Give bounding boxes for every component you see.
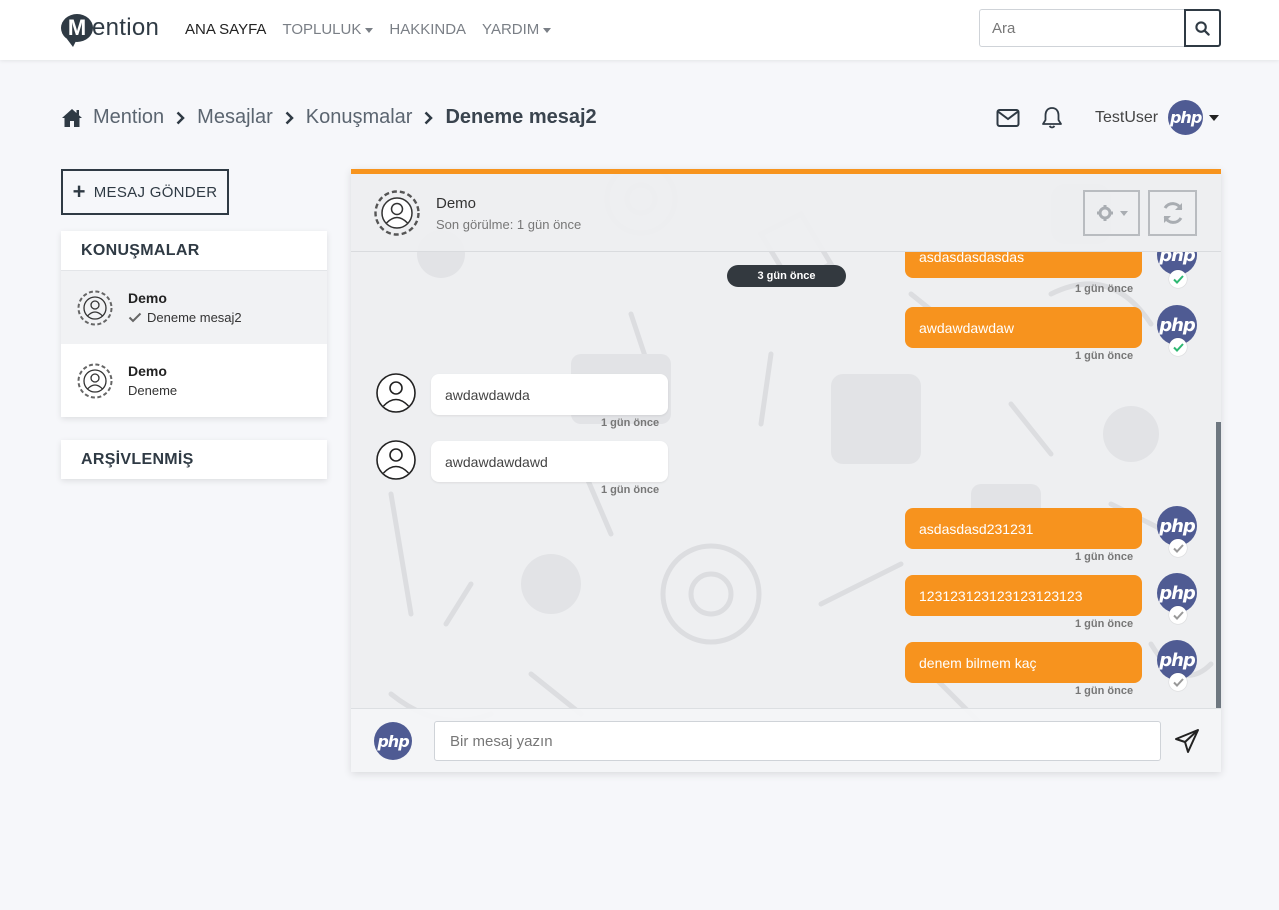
delivered-check-icon	[1169, 539, 1187, 557]
message-time: 1 gün önce	[1075, 551, 1134, 563]
search-button[interactable]	[1184, 9, 1221, 47]
refresh-icon	[1163, 202, 1182, 224]
breadcrumb-current: Deneme mesaj2	[445, 106, 597, 128]
user-circle-icon	[376, 440, 416, 480]
message-out: denem bilmem kaç	[905, 642, 1142, 683]
plus-icon: +	[72, 179, 86, 204]
user-circle-icon	[374, 190, 420, 236]
message-time: 1 gün önce	[601, 484, 660, 496]
brand-logo-bubble: M	[61, 14, 93, 47]
message-bubble: awdawdawdawd	[431, 441, 668, 482]
message-out: 123123123123123123123	[905, 575, 1142, 616]
message-composer: php	[351, 708, 1221, 772]
message-list: asdasdasdasdas 1 gün önce php 3 gün önce…	[351, 252, 1221, 708]
conversations-title: KONUŞMALAR	[61, 231, 327, 271]
message-bubble: asdasdasd231231	[905, 508, 1142, 549]
conversation-last-message: Deneme	[128, 383, 178, 398]
caret-down-icon	[365, 27, 374, 33]
chat-window: Demo Son görülme: 1 gün önce asdasdasdas…	[351, 169, 1221, 772]
conversation-item[interactable]: Demo Deneme	[61, 344, 327, 417]
message-in: awdawdawda	[431, 374, 668, 415]
message-time: 1 gün önce	[1075, 618, 1134, 630]
composer-avatar: php	[374, 722, 412, 760]
nav-item-home-label: ANA SAYFA	[185, 21, 267, 38]
message-bubble: awdawdawdaw	[905, 307, 1142, 348]
message-out: asdasdasdasdas	[905, 252, 1142, 278]
nav-item-about[interactable]: HAKKINDA	[389, 21, 466, 38]
search-input[interactable]	[979, 9, 1184, 47]
date-divider: 3 gün önce	[727, 265, 846, 287]
home-icon[interactable]	[61, 108, 83, 128]
chat-settings-button[interactable]	[1083, 190, 1140, 236]
main-nav: ANA SAYFA TOPLULUK HAKKINDA YARDIM	[185, 21, 552, 38]
chevron-right-icon	[424, 111, 434, 125]
nav-item-community-label: TOPLULUK	[282, 21, 362, 38]
caret-down-icon	[543, 27, 552, 33]
top-navbar: M ention ANA SAYFA TOPLULUK HAKKINDA YAR…	[0, 0, 1279, 60]
caret-down-icon	[1119, 210, 1128, 216]
delivered-check-icon	[1169, 673, 1187, 691]
user-circle-icon	[77, 363, 113, 398]
nav-item-home[interactable]: ANA SAYFA	[185, 21, 266, 38]
send-icon[interactable]	[1173, 727, 1201, 755]
nav-item-help[interactable]: YARDIM	[482, 21, 552, 38]
message-time: 1 gün önce	[1075, 283, 1134, 295]
user-circle-icon	[77, 290, 113, 325]
bell-icon[interactable]	[1039, 105, 1065, 131]
message-out: awdawdawdaw	[905, 307, 1142, 348]
breadcrumb: Mention Mesajlar Konuşmalar Deneme mesaj…	[61, 106, 597, 129]
message-time: 1 gün önce	[601, 417, 660, 429]
conversation-item[interactable]: Demo Deneme mesaj2	[61, 271, 327, 344]
chat-refresh-button[interactable]	[1148, 190, 1197, 236]
search-form	[979, 9, 1221, 47]
chevron-right-icon	[176, 111, 185, 125]
message-bubble: awdawdawda	[431, 374, 668, 415]
chevron-right-icon	[285, 111, 294, 125]
message-bubble: 123123123123123123123	[905, 575, 1142, 616]
caret-down-icon[interactable]	[1209, 114, 1220, 121]
user-avatar[interactable]: php	[1168, 100, 1204, 135]
chat-header: Demo Son görülme: 1 gün önce	[351, 174, 1221, 252]
chat-contact-name: Demo	[436, 195, 477, 212]
search-icon	[1195, 20, 1210, 36]
nav-item-help-label: YARDIM	[482, 21, 540, 38]
username[interactable]: TestUser	[1095, 109, 1158, 127]
breadcrumb-item-messages[interactable]: Mesajlar	[197, 106, 273, 129]
conversation-name: Demo	[128, 290, 167, 306]
seen-check-icon	[1169, 270, 1187, 288]
message-bubble: asdasdasdasdas	[905, 252, 1142, 278]
header-actions: TestUser php	[995, 100, 1220, 135]
mail-icon[interactable]	[995, 105, 1021, 131]
chat-contact-status: Son görülme: 1 gün önce	[436, 217, 582, 232]
conversation-name: Demo	[128, 363, 167, 379]
nav-item-about-label: HAKKINDA	[389, 21, 467, 38]
message-in: awdawdawdawd	[431, 441, 668, 482]
conversation-last-message: Deneme mesaj2	[147, 310, 242, 325]
breadcrumb-item-mention[interactable]: Mention	[93, 106, 164, 129]
nav-item-community[interactable]: TOPLULUK	[282, 21, 374, 38]
archived-title: ARŞİVLENMİŞ	[81, 450, 194, 468]
check-icon	[128, 312, 142, 323]
archived-panel[interactable]: ARŞİVLENMİŞ	[61, 440, 327, 479]
seen-check-icon	[1169, 338, 1187, 356]
brand-logo-text: ention	[92, 14, 160, 41]
message-time: 1 gün önce	[1075, 685, 1134, 697]
message-input[interactable]	[434, 721, 1161, 761]
conversations-panel: KONUŞMALAR Demo Deneme mesaj2 Demo Denem…	[61, 231, 327, 417]
message-bubble: denem bilmem kaç	[905, 642, 1142, 683]
message-time: 1 gün önce	[1075, 350, 1134, 362]
gear-icon	[1096, 205, 1113, 221]
user-circle-icon	[376, 373, 416, 413]
brand-logo[interactable]: M ention	[61, 12, 160, 47]
message-list-scrollbar[interactable]	[1216, 422, 1221, 708]
send-message-button-label: MESAJ GÖNDER	[93, 183, 218, 201]
message-out: asdasdasd231231	[905, 508, 1142, 549]
send-message-button[interactable]: + MESAJ GÖNDER	[61, 169, 229, 215]
delivered-check-icon	[1169, 606, 1187, 624]
breadcrumb-item-conversations[interactable]: Konuşmalar	[306, 106, 413, 129]
